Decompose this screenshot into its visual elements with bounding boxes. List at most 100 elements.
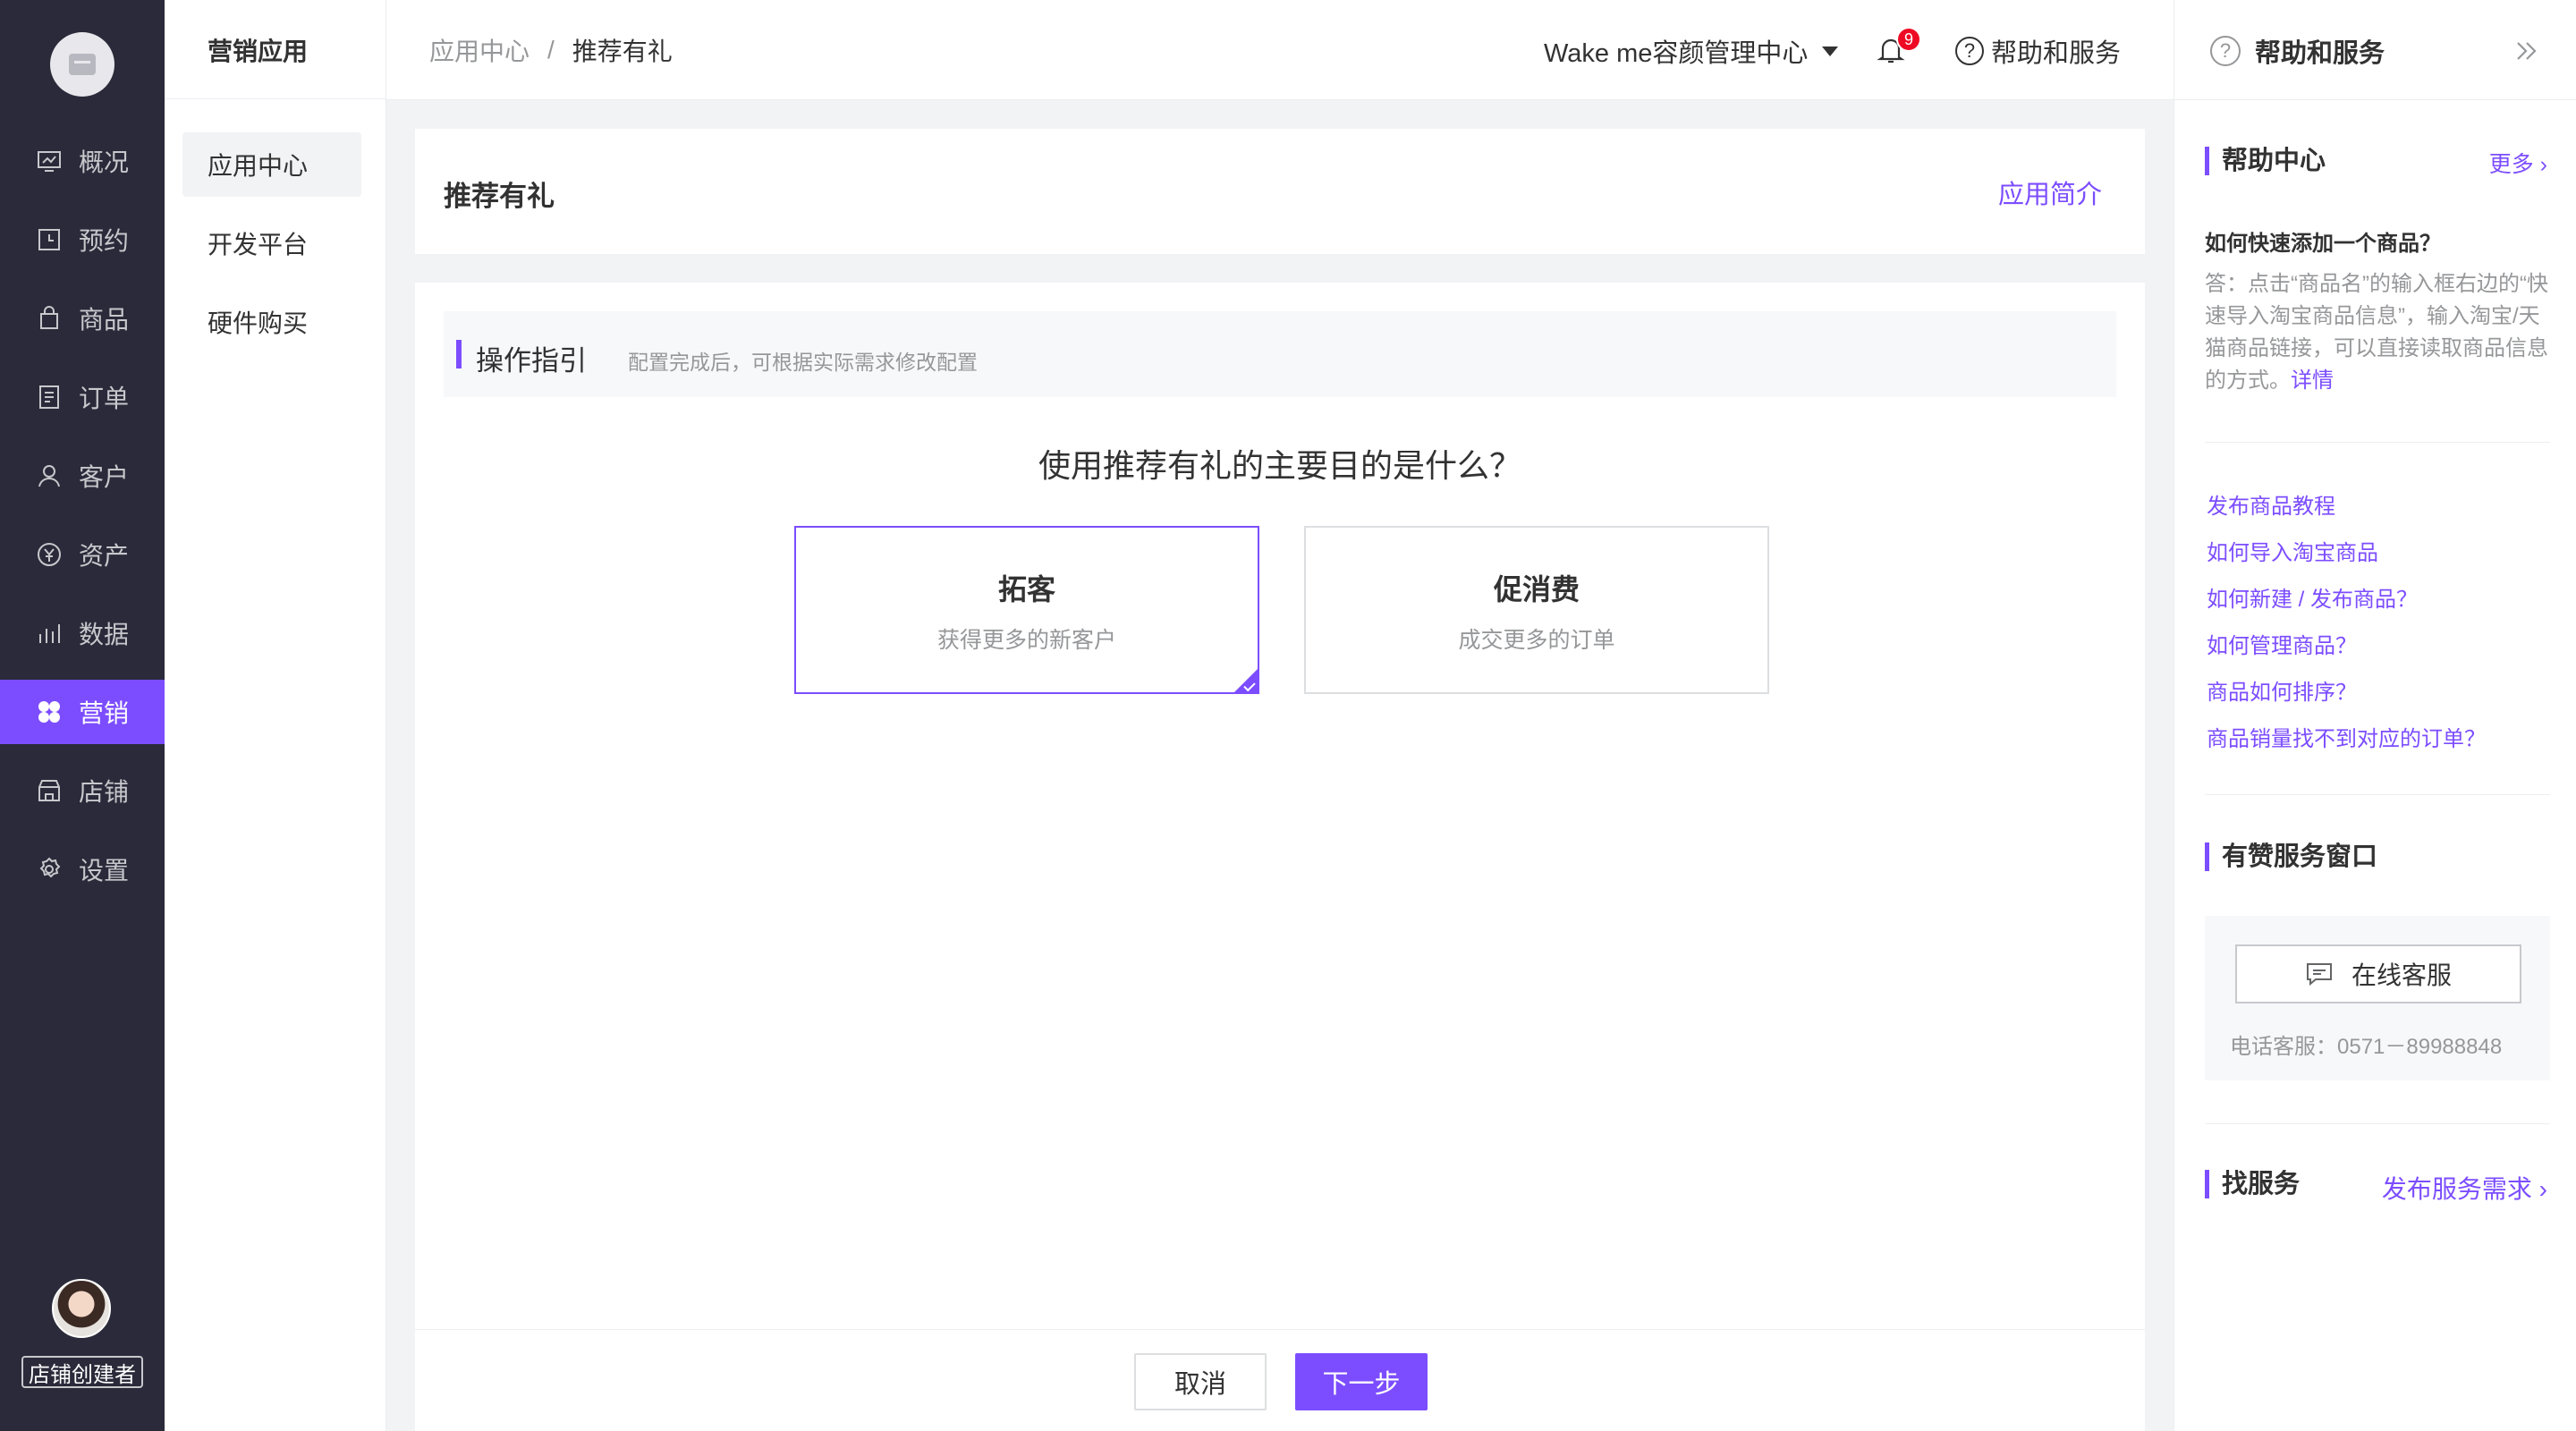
help-link[interactable]: 如何导入淘宝商品: [2207, 535, 2378, 566]
nav-label: 客户: [79, 463, 130, 491]
gear-icon: [36, 856, 63, 883]
nav-label: 店铺: [79, 778, 130, 806]
caret-down-icon: [1822, 46, 1839, 56]
order-icon: [36, 384, 63, 411]
nav-label: 设置: [79, 857, 130, 885]
nav-label: 商品: [79, 306, 130, 334]
faq-detail-link[interactable]: 详情: [2291, 368, 2334, 393]
nav-label: 订单: [79, 385, 130, 412]
option-acquire-customers[interactable]: 拓客 获得更多的新客户: [794, 526, 1259, 694]
nav-item-orders[interactable]: 订单: [0, 365, 165, 429]
help-panel: ? 帮助和服务 帮助中心 更多 › 如何快速添加一个商品？ 答：点击“商品名”的…: [2174, 0, 2576, 1431]
guide-card: 操作指引 配置完成后，可根据实际需求修改配置 使用推荐有礼的主要目的是什么？ 拓…: [415, 283, 2145, 1431]
cancel-button[interactable]: 取消: [1134, 1353, 1267, 1410]
help-label: 帮助和服务: [1991, 39, 2122, 68]
faq-answer: 答：点击“商品名”的输入框右边的“快速导入淘宝商品信息”，输入淘宝/天猫商品链接…: [2205, 268, 2554, 397]
purpose-question: 使用推荐有礼的主要目的是什么？: [1038, 447, 1521, 484]
subnav-item-app-center[interactable]: 应用中心: [182, 132, 361, 197]
breadcrumb-current: 推荐有礼: [572, 38, 673, 65]
phone-service: 电话客服：0571－89988848: [2230, 1035, 2503, 1059]
faq-question: 如何快速添加一个商品？: [2205, 232, 2441, 256]
nav-item-settings[interactable]: 设置: [0, 837, 165, 902]
guide-header: 操作指引 配置完成后，可根据实际需求修改配置: [444, 311, 2116, 397]
marketing-icon: [36, 699, 63, 725]
option-boost-spending[interactable]: 促消费 成交更多的订单: [1304, 526, 1769, 694]
secondary-sidebar: 营销应用 应用中心 开发平台 硬件购买: [165, 0, 386, 1431]
help-panel-header: ? 帮助和服务: [2174, 0, 2576, 100]
divider: [165, 98, 386, 99]
help-link[interactable]: 如何管理商品？: [2207, 628, 2357, 659]
nav-item-overview[interactable]: 概况: [0, 129, 165, 193]
page-header-card: 推荐有礼 应用简介: [415, 129, 2145, 254]
nav-item-data[interactable]: 数据: [0, 601, 165, 665]
nav-label: 资产: [79, 542, 130, 570]
breadcrumb-separator: /: [547, 36, 555, 64]
help-panel-title-text: 帮助和服务: [2255, 39, 2385, 68]
question-icon: ?: [1955, 37, 1984, 65]
help-center-title: 帮助中心: [2205, 147, 2326, 175]
option-desc: 成交更多的订单: [1458, 628, 1615, 653]
top-bar: 应用中心 / 推荐有礼 Wake me容颜管理中心 9 ? 帮助和服务: [386, 0, 2174, 100]
help-center-more-link[interactable]: 更多 ›: [2489, 147, 2547, 179]
breadcrumb-app-center[interactable]: 应用中心: [429, 32, 530, 68]
nav-item-goods[interactable]: 商品: [0, 286, 165, 351]
breadcrumb: 应用中心 / 推荐有礼: [429, 32, 673, 68]
nav-item-customers[interactable]: 客户: [0, 444, 165, 508]
faq-answer-text: 答：点击“商品名”的输入框右边的“快速导入淘宝商品信息”，输入淘宝/天猫商品链接…: [2205, 272, 2548, 393]
calendar-icon: [36, 226, 63, 253]
help-link[interactable]: 如何新建 / 发布商品？: [2207, 581, 2418, 613]
store-name: Wake me容颜管理中心: [1544, 39, 1809, 68]
store-switcher[interactable]: Wake me容颜管理中心: [1544, 32, 1839, 70]
subnav-title: 营销应用: [208, 38, 309, 65]
nav-item-booking[interactable]: 预约: [0, 207, 165, 272]
nav-label: 数据: [79, 621, 130, 648]
user-icon: [36, 462, 63, 489]
role-badge: 店铺创建者: [21, 1356, 143, 1388]
divider: [2205, 1123, 2550, 1124]
option-title: 拓客: [997, 573, 1055, 605]
online-service-label: 在线客服: [2351, 961, 2452, 989]
help-panel-title: ? 帮助和服务: [2210, 32, 2385, 70]
guide-subtitle: 配置完成后，可根据实际需求修改配置: [628, 351, 978, 374]
service-window-box: 在线客服 电话客服：0571－89988848: [2205, 916, 2550, 1080]
store-logo-icon: [69, 54, 96, 75]
help-service-link[interactable]: ? 帮助和服务: [1955, 32, 2121, 70]
subnav-item-hardware[interactable]: 硬件购买: [182, 290, 361, 354]
help-link[interactable]: 商品销量找不到对应的订单？: [2207, 721, 2486, 752]
collapse-panel-icon[interactable]: [2511, 36, 2541, 66]
avatar[interactable]: [52, 1279, 111, 1338]
help-link[interactable]: 发布商品教程: [2207, 488, 2335, 520]
nav-label: 营销: [79, 699, 130, 727]
app-intro-link[interactable]: 应用简介: [1998, 174, 2102, 211]
subnav-item-dev-platform[interactable]: 开发平台: [182, 211, 361, 275]
post-service-request-link[interactable]: 发布服务需求 ›: [2382, 1170, 2547, 1206]
service-window-title: 有赞服务窗口: [2205, 843, 2377, 871]
store-logo[interactable]: [50, 32, 114, 97]
online-service-button[interactable]: 在线客服: [2235, 944, 2521, 1003]
nav-label: 概况: [79, 148, 130, 176]
help-link[interactable]: 商品如何排序？: [2207, 674, 2357, 706]
nav-item-store[interactable]: 店铺: [0, 758, 165, 823]
page-title: 推荐有礼: [444, 181, 555, 212]
store-icon: [36, 777, 63, 804]
find-service-title: 找服务: [2205, 1170, 2300, 1198]
nav-item-assets[interactable]: 资产: [0, 522, 165, 587]
yen-icon: [36, 541, 63, 568]
guide-title: 操作指引: [476, 345, 587, 377]
nav-item-marketing[interactable]: 营销: [0, 680, 165, 744]
accent-bar: [456, 340, 462, 368]
next-step-button[interactable]: 下一步: [1295, 1353, 1428, 1410]
divider: [2205, 442, 2550, 443]
action-footer: 取消 下一步: [415, 1329, 2145, 1431]
nav-label: 预约: [79, 227, 130, 255]
notification-badge: 9: [1896, 27, 1921, 52]
question-icon: ?: [2210, 36, 2241, 66]
chat-icon: [2306, 963, 2332, 986]
main-sidebar: 概况 预约 商品 订单 客户 资产 数据 营销 店铺 设置 店铺创建者: [0, 0, 165, 1431]
divider: [2205, 794, 2550, 795]
chart-icon: [36, 620, 63, 647]
option-desc: 获得更多的新客户: [936, 628, 1116, 653]
option-title: 促消费: [1493, 573, 1580, 605]
bag-icon: [36, 305, 63, 332]
dashboard-icon: [36, 148, 63, 174]
